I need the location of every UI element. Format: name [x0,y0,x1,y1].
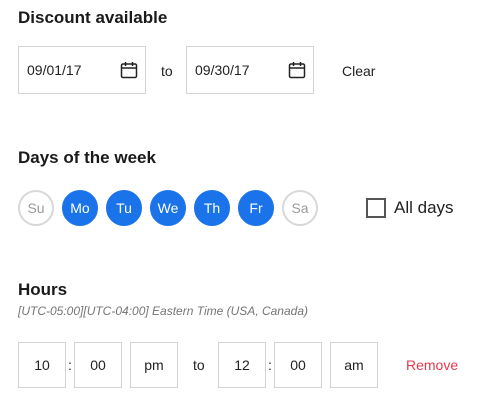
start-minute-value: 00 [90,357,106,373]
start-period-select[interactable]: pm [130,342,178,388]
discount-available-heading: Discount available [18,8,168,27]
day-label: Th [203,200,221,216]
remove-hours-link[interactable]: Remove [406,357,458,373]
day-toggle-thursday[interactable]: Th [194,190,230,226]
end-hour-value: 12 [234,357,250,373]
date-range-to-label: to [161,63,173,79]
start-date-value: 09/01/17 [27,62,82,78]
day-toggle-wednesday[interactable]: We [150,190,186,226]
end-date-value: 09/30/17 [195,62,250,78]
start-date-input[interactable]: 09/01/17 [18,46,146,94]
clear-dates-link[interactable]: Clear [342,63,375,79]
day-toggle-saturday[interactable]: Sa [282,190,318,226]
end-period-select[interactable]: am [330,342,378,388]
calendar-icon[interactable] [288,61,306,79]
hours-heading: Hours [18,280,68,299]
all-days-label[interactable]: All days [394,198,454,218]
start-hour-input[interactable]: 10 [18,342,66,388]
day-label: Tu [116,200,132,216]
day-label: Su [27,200,45,216]
end-period-value: am [344,357,364,373]
day-label: We [157,200,179,216]
end-minute-input[interactable]: 00 [274,342,322,388]
end-time-separator: : [268,357,272,373]
start-hour-value: 10 [34,357,50,373]
day-toggle-sunday[interactable]: Su [18,190,54,226]
day-toggle-friday[interactable]: Fr [238,190,274,226]
day-label: Sa [291,200,309,216]
all-days-checkbox[interactable] [366,198,386,218]
day-label: Mo [70,200,90,216]
start-time-separator: : [68,357,72,373]
hours-to-label: to [193,357,205,373]
end-hour-input[interactable]: 12 [218,342,266,388]
day-label: Fr [249,200,263,216]
day-toggle-tuesday[interactable]: Tu [106,190,142,226]
end-date-input[interactable]: 09/30/17 [186,46,314,94]
end-minute-value: 00 [290,357,306,373]
days-of-week-heading: Days of the week [18,148,156,167]
timezone-label: [UTC-05:00][UTC-04:00] Eastern Time (USA… [18,304,308,318]
calendar-icon[interactable] [120,61,138,79]
start-period-value: pm [144,357,164,373]
day-toggle-monday[interactable]: Mo [62,190,98,226]
start-minute-input[interactable]: 00 [74,342,122,388]
discount-schedule-form: Discount available 09/01/17 to 09/30/17 … [0,0,491,403]
